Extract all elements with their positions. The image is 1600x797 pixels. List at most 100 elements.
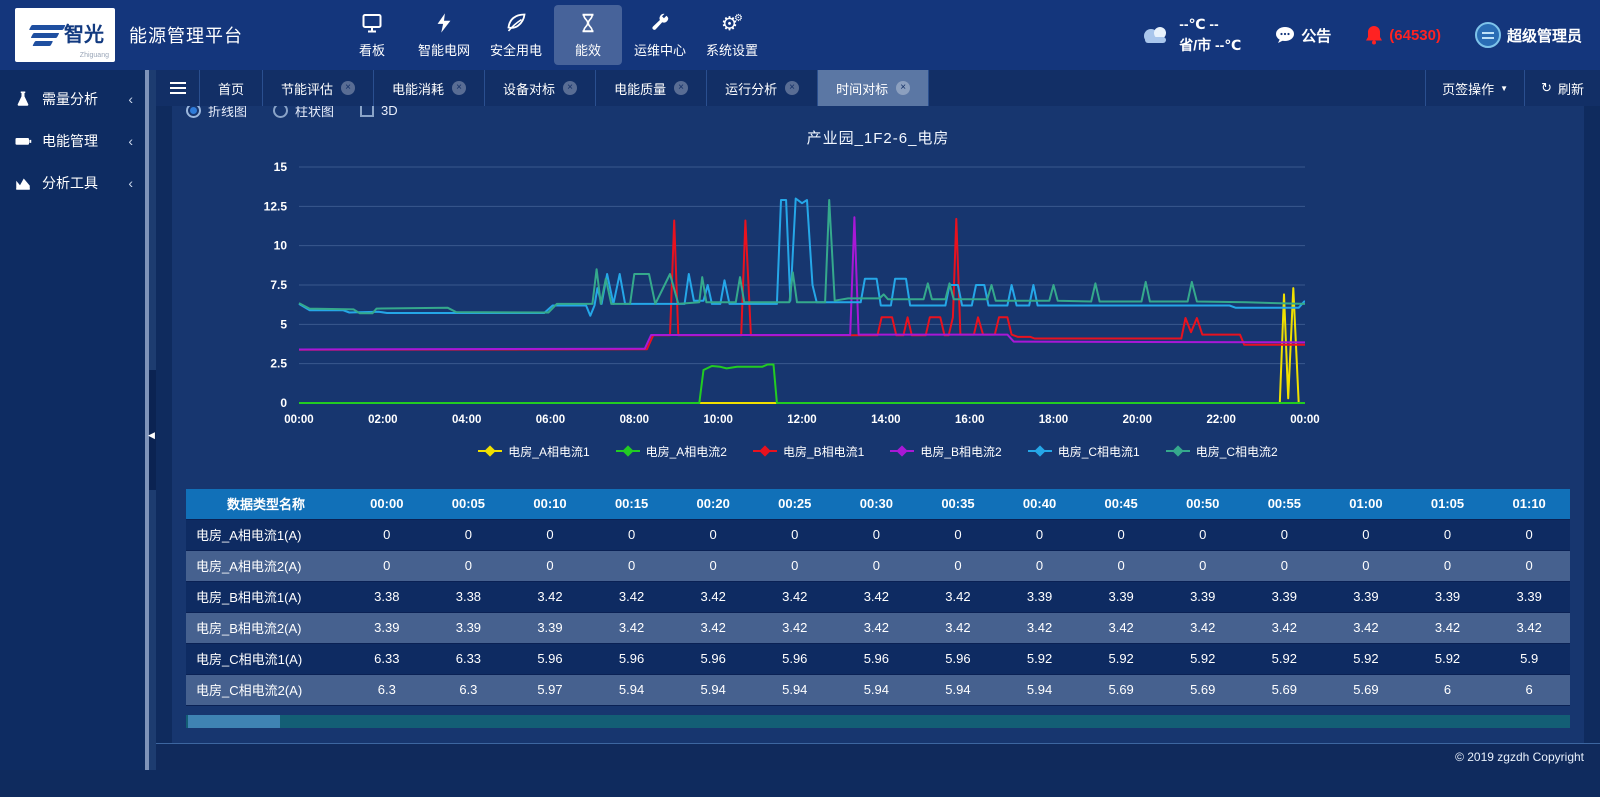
brand-logo[interactable]: 智光 Zhiguang	[15, 8, 115, 62]
value-cell: 0	[346, 519, 428, 550]
tab-1[interactable]: 首页	[200, 70, 263, 106]
table-hscrollbar-track[interactable]	[186, 715, 1570, 728]
logo-subtext: Zhiguang	[80, 52, 109, 59]
tab-spacer	[929, 70, 1425, 106]
radio-label: 折线图	[208, 106, 247, 120]
nav-item-4[interactable]: 能效	[554, 5, 622, 65]
tab-6[interactable]: 运行分析×	[707, 70, 818, 106]
nav-item-6[interactable]: ⚙⚙系统设置	[698, 5, 766, 65]
nav-item-3[interactable]: 安全用电	[482, 5, 550, 65]
table-hscrollbar-thumb[interactable]	[188, 715, 280, 728]
legend-item-电房_C相电流1[interactable]: 电房_C相电流1	[1028, 443, 1140, 460]
series-line-电房_C相电流1	[299, 199, 1305, 316]
tab-close-icon[interactable]: ×	[452, 81, 466, 95]
user-label: 超级管理员	[1507, 25, 1582, 46]
checkbox-icon[interactable]	[360, 106, 374, 117]
energy-management-icon	[12, 132, 34, 150]
legend-marker-icon	[616, 446, 640, 456]
nav-item-5[interactable]: 运维中心	[626, 5, 694, 65]
tab-operations-dropdown[interactable]: 页签操作 ▼	[1425, 70, 1524, 106]
table-header-time-col: 00:50	[1162, 489, 1244, 519]
legend-item-电房_A相电流1[interactable]: 电房_A相电流1	[478, 443, 589, 460]
legend-item-电房_C相电流2[interactable]: 电房_C相电流2	[1166, 443, 1278, 460]
table-header-time-col: 00:20	[672, 489, 754, 519]
main-area: 首页节能评估×电能消耗×设备对标×电能质量×运行分析×时间对标× 页签操作 ▼ …	[156, 70, 1600, 770]
sidebar-item-1[interactable]: 需量分析‹	[0, 78, 145, 120]
nav-item-1[interactable]: 看板	[338, 5, 406, 65]
legend-label: 电房_A相电流2	[646, 443, 727, 460]
value-cell: 5.92	[1080, 643, 1162, 674]
value-cell: 5.92	[999, 643, 1081, 674]
sidebar-collapse-arrow-icon[interactable]: ◀	[148, 428, 156, 442]
value-cell: 0	[754, 519, 836, 550]
tab-close-icon[interactable]: ×	[341, 81, 355, 95]
legend-item-电房_A相电流2[interactable]: 电房_A相电流2	[616, 443, 727, 460]
tab-3[interactable]: 电能消耗×	[374, 70, 485, 106]
table-row-1: 电房_A相电流1(A)000000000000000	[186, 519, 1570, 550]
value-cell: 3.42	[672, 581, 754, 612]
value-cell: 3.39	[1488, 581, 1570, 612]
tab-label: 节能评估	[281, 79, 333, 98]
value-cell: 5.94	[999, 674, 1081, 705]
legend-item-电房_B相电流2[interactable]: 电房_B相电流2	[890, 443, 1001, 460]
table-row-5: 电房_C相电流1(A)6.336.335.965.965.965.965.965…	[186, 643, 1570, 674]
value-cell: 5.69	[1080, 674, 1162, 705]
chart-type-radio-2[interactable]: 柱状图	[273, 106, 334, 120]
demand-analysis-icon	[12, 90, 34, 108]
weather-widget: --℃ -- 省/市 --℃	[1139, 14, 1241, 56]
tab-close-icon[interactable]: ×	[674, 81, 688, 95]
nav-item-label: 系统设置	[706, 40, 758, 59]
value-cell: 0	[1244, 550, 1326, 581]
tab-close-icon[interactable]: ×	[785, 81, 799, 95]
value-cell: 3.42	[1080, 612, 1162, 643]
table-header-time-col: 00:30	[836, 489, 918, 519]
tab-7[interactable]: 时间对标 ×	[818, 70, 929, 106]
row-name-cell: 电房_C相电流2(A)	[186, 674, 346, 705]
table-body: 电房_A相电流1(A)000000000000000电房_A相电流2(A)000…	[186, 519, 1570, 705]
x-axis-tick-label: 20:00	[1123, 414, 1152, 426]
chart-type-radio-1[interactable]: 折线图	[186, 106, 247, 120]
value-cell: 0	[1080, 550, 1162, 581]
x-axis-tick-label: 12:00	[787, 414, 816, 426]
tab-5[interactable]: 电能质量×	[596, 70, 707, 106]
x-axis-tick-label: 16:00	[955, 414, 984, 426]
value-cell: 0	[428, 519, 510, 550]
value-cell: 0	[999, 519, 1081, 550]
tab-close-icon[interactable]: ×	[896, 81, 910, 95]
tab-label: 时间对标	[836, 79, 888, 98]
sidebar-item-3[interactable]: 分析工具‹	[0, 162, 145, 204]
value-cell: 3.42	[1407, 612, 1489, 643]
radio-button-icon[interactable]	[273, 106, 288, 118]
value-cell: 5.9	[1488, 643, 1570, 674]
tab-2[interactable]: 节能评估 ×	[263, 70, 374, 106]
tab-close-icon[interactable]: ×	[563, 81, 577, 95]
value-cell: 3.42	[754, 612, 836, 643]
refresh-button[interactable]: ↻ 刷新	[1524, 70, 1600, 106]
legend-item-电房_B相电流1[interactable]: 电房_B相电流1	[753, 443, 864, 460]
chart-3d-checkbox[interactable]: 3D	[360, 106, 398, 118]
value-cell: 0	[1488, 550, 1570, 581]
value-cell: 0	[1488, 519, 1570, 550]
value-cell: 5.96	[917, 643, 999, 674]
nav-item-2[interactable]: 智能电网	[410, 5, 478, 65]
ops-wrench-icon	[649, 11, 671, 35]
alerts-button[interactable]: (64530)	[1365, 25, 1441, 45]
value-cell: 5.96	[509, 643, 591, 674]
value-cell: 3.39	[999, 581, 1081, 612]
value-cell: 6.3	[428, 674, 510, 705]
y-axis-tick-label: 12.5	[264, 199, 288, 213]
value-cell: 3.39	[428, 612, 510, 643]
hamburger-menu-icon[interactable]	[156, 70, 200, 106]
copyright-text: © 2019 zgzdh Copyright	[1455, 750, 1584, 764]
value-cell: 5.96	[591, 643, 673, 674]
tab-4[interactable]: 设备对标×	[485, 70, 596, 106]
chevron-left-icon: ‹	[128, 133, 133, 149]
legend-marker-icon	[1166, 446, 1190, 456]
announcement-button[interactable]: 公告	[1275, 25, 1331, 46]
user-menu[interactable]: 超级管理员	[1475, 22, 1582, 48]
radio-button-icon[interactable]	[186, 106, 201, 118]
sidebar-item-2[interactable]: 电能管理‹	[0, 120, 145, 162]
series-line-电房_B相电流2	[299, 217, 1305, 349]
value-cell: 3.42	[754, 581, 836, 612]
row-name-cell: 电房_C相电流1(A)	[186, 643, 346, 674]
